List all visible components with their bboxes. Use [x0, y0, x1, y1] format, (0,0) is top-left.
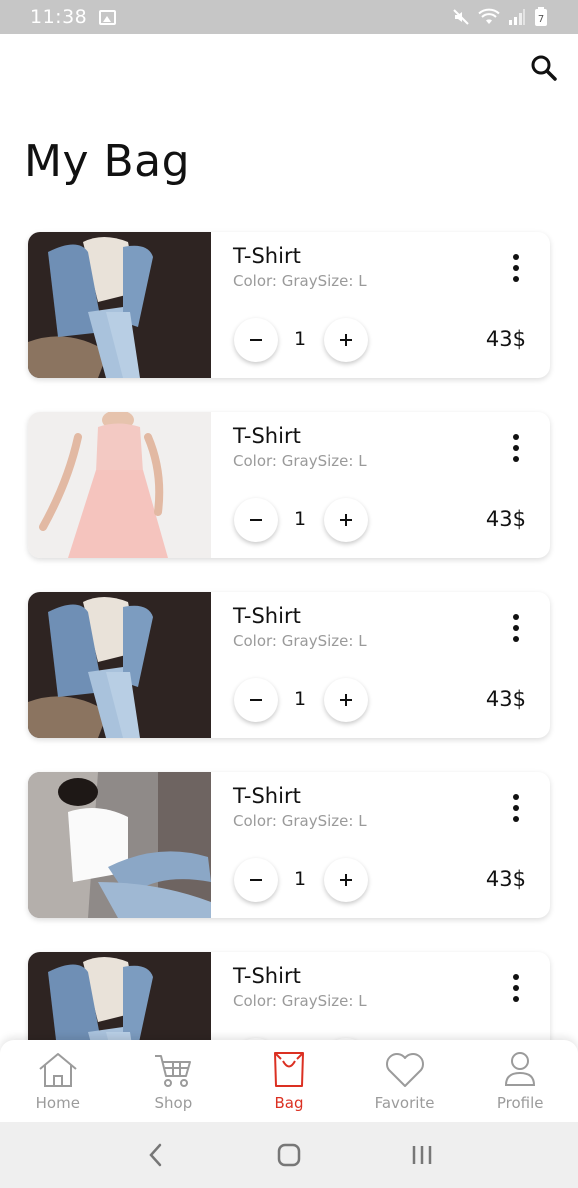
increase-quantity-button[interactable]: [324, 678, 368, 722]
bag-item-details: T-Shirt Color: GraySize: L 1 43$: [211, 772, 550, 918]
page-title: My Bag: [24, 136, 191, 187]
decrease-quantity-button[interactable]: [234, 498, 278, 542]
plus-icon: [340, 694, 352, 706]
product-price: 43$: [485, 507, 526, 531]
profile-icon: [505, 1052, 536, 1086]
product-name: T-Shirt: [233, 964, 301, 988]
system-nav-bar: [0, 1122, 578, 1188]
system-home-button[interactable]: [269, 1135, 309, 1175]
nav-item-favorite[interactable]: Favorite: [347, 1040, 463, 1122]
cart-icon: [155, 1055, 192, 1087]
product-image: [28, 412, 211, 558]
bag-item-list: T-Shirt Color: GraySize: L 1 43$ T-Shirt Colo…: [28, 232, 550, 1132]
product-image: [28, 772, 211, 918]
product-image: [28, 232, 211, 378]
nav-item-home[interactable]: Home: [0, 1040, 116, 1122]
product-color: Color: Gray: [233, 272, 318, 290]
bag-item-card[interactable]: T-Shirt Color: GraySize: L 1 43$: [28, 772, 550, 918]
more-options-icon[interactable]: [508, 614, 524, 642]
heart-icon: [385, 1053, 424, 1087]
nav-item-profile[interactable]: Profile: [462, 1040, 578, 1122]
bag-item-card[interactable]: T-Shirt Color: GraySize: L 1 43$: [28, 232, 550, 378]
search-icon[interactable]: [528, 52, 560, 84]
product-price: 43$: [485, 687, 526, 711]
product-price: 43$: [485, 327, 526, 351]
product-name: T-Shirt: [233, 424, 301, 448]
bag-item-card[interactable]: T-Shirt Color: GraySize: L 1 43$: [28, 592, 550, 738]
decrease-quantity-button[interactable]: [234, 678, 278, 722]
home-icon: [39, 1053, 77, 1087]
bag-item-details: T-Shirt Color: GraySize: L 1 43$: [211, 412, 550, 558]
product-size: Size: L: [317, 812, 367, 830]
plus-icon: [340, 514, 352, 526]
gallery-notification-icon: [99, 9, 117, 25]
product-size: Size: L: [317, 452, 367, 470]
bag-item-card[interactable]: T-Shirt Color: GraySize: L 1 43$: [28, 412, 550, 558]
increase-quantity-button[interactable]: [324, 858, 368, 902]
home-square-icon: [277, 1143, 301, 1167]
recents-icon: [412, 1146, 431, 1164]
bag-item-details: T-Shirt Color: GraySize: L 1 43$: [211, 592, 550, 738]
product-attributes: Color: GraySize: L: [233, 992, 367, 1010]
more-options-icon[interactable]: [508, 434, 524, 462]
status-time: 11:38: [30, 6, 88, 28]
mute-icon: [453, 9, 469, 25]
product-size: Size: L: [317, 992, 367, 1010]
bag-icon: [273, 1052, 304, 1087]
nav-item-shop[interactable]: Shop: [116, 1040, 232, 1122]
product-name: T-Shirt: [233, 604, 301, 628]
product-image: [28, 592, 211, 738]
product-name: T-Shirt: [233, 244, 301, 268]
status-icons: 7: [452, 7, 548, 27]
product-attributes: Color: GraySize: L: [233, 812, 367, 830]
minus-icon: [250, 699, 262, 701]
screen: 11:38 7 My Bag T-Shirt Color: GraySize: …: [0, 0, 578, 1188]
minus-icon: [250, 879, 262, 881]
product-attributes: Color: GraySize: L: [233, 632, 367, 650]
nav-label-favorite: Favorite: [374, 1094, 435, 1112]
battery-icon: 7: [535, 7, 547, 26]
plus-icon: [340, 874, 352, 886]
decrease-quantity-button[interactable]: [234, 318, 278, 362]
product-name: T-Shirt: [233, 784, 301, 808]
product-color: Color: Gray: [233, 452, 318, 470]
product-color: Color: Gray: [233, 632, 318, 650]
product-price: 43$: [485, 867, 526, 891]
increase-quantity-button[interactable]: [324, 318, 368, 362]
quantity-value: 1: [293, 508, 307, 530]
product-size: Size: L: [317, 272, 367, 290]
chevron-left-icon: [149, 1143, 162, 1167]
nav-label-home: Home: [35, 1094, 80, 1112]
system-back-button[interactable]: [136, 1135, 176, 1175]
quantity-value: 1: [293, 868, 307, 890]
plus-icon: [340, 334, 352, 346]
nav-label-bag: Bag: [274, 1094, 304, 1112]
minus-icon: [250, 339, 262, 341]
bag-item-details: T-Shirt Color: GraySize: L 1 43$: [211, 232, 550, 378]
wifi-icon: [478, 8, 500, 24]
status-bar: 11:38 7: [0, 0, 578, 34]
decrease-quantity-button[interactable]: [234, 858, 278, 902]
svg-text:7: 7: [538, 14, 544, 25]
nav-item-bag[interactable]: Bag: [231, 1040, 347, 1122]
signal-icon: [509, 9, 525, 25]
nav-label-shop: Shop: [154, 1094, 193, 1112]
quantity-value: 1: [293, 328, 307, 350]
more-options-icon[interactable]: [508, 974, 524, 1002]
product-color: Color: Gray: [233, 992, 318, 1010]
product-size: Size: L: [317, 632, 367, 650]
more-options-icon[interactable]: [508, 254, 524, 282]
quantity-value: 1: [293, 688, 307, 710]
system-recents-button[interactable]: [402, 1135, 442, 1175]
more-options-icon[interactable]: [508, 794, 524, 822]
product-attributes: Color: GraySize: L: [233, 452, 367, 470]
product-color: Color: Gray: [233, 812, 318, 830]
nav-label-profile: Profile: [496, 1094, 544, 1112]
product-attributes: Color: GraySize: L: [233, 272, 367, 290]
increase-quantity-button[interactable]: [324, 498, 368, 542]
minus-icon: [250, 519, 262, 521]
bottom-nav: Home Shop Bag Favorite Profile: [0, 1040, 578, 1122]
